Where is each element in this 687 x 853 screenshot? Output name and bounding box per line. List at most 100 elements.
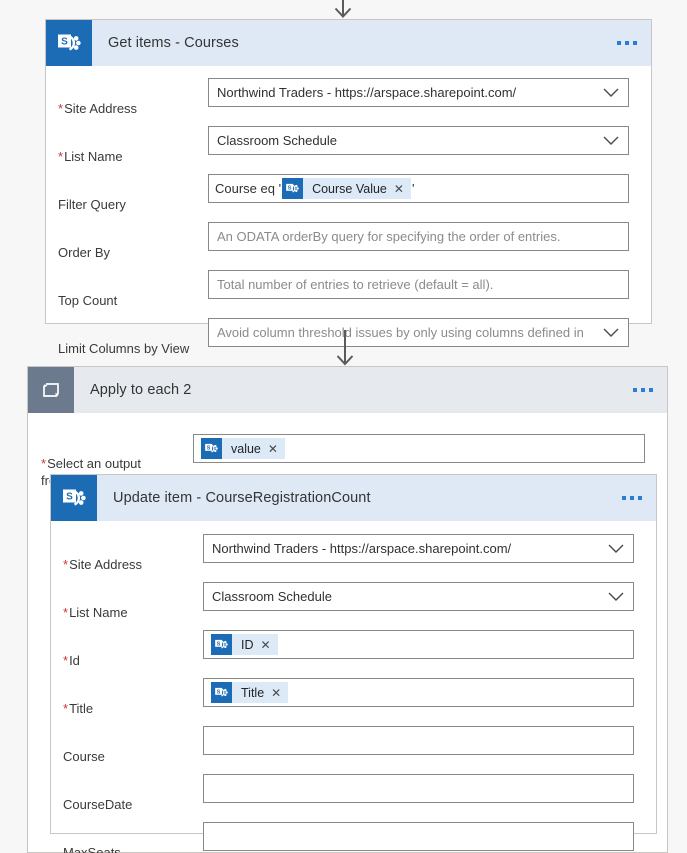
field-row-title: *Title S Title ✕: [63, 678, 634, 717]
field-label-order-by: Order By: [58, 245, 111, 260]
update-item-card-header[interactable]: S Update item - CourseRegistrationCount: [51, 475, 656, 521]
sharepoint-icon: S: [201, 438, 222, 459]
svg-text:S: S: [207, 445, 211, 451]
svg-text:S: S: [66, 492, 73, 503]
field-label-title: *Title: [63, 701, 94, 716]
top-count-input[interactable]: Total number of entries to retrieve (def…: [208, 270, 629, 299]
chevron-down-icon: [608, 592, 624, 602]
field-label-site-address: *Site Address: [58, 101, 138, 116]
flow-designer-canvas: S Get items - Courses *Site Address Nort…: [0, 0, 687, 853]
menu-dot: [622, 496, 626, 500]
filter-query-prefix: Course eq ': [215, 181, 282, 196]
max-seats-input[interactable]: [203, 822, 634, 851]
required-marker: *: [63, 605, 69, 620]
field-label-update-site-address: *Site Address: [63, 557, 143, 572]
update-item-card-title: Update item - CourseRegistrationCount: [113, 490, 371, 506]
field-label-max-seats: MaxSeats: [63, 845, 121, 853]
remove-token-icon[interactable]: ✕: [261, 639, 278, 651]
apply-to-each-card: Apply to each 2 *Select an output from p…: [27, 366, 668, 853]
menu-dot: [633, 41, 637, 45]
field-row-id: *Id S ID ✕: [63, 630, 634, 669]
dynamic-token-title[interactable]: S Title ✕: [211, 682, 289, 703]
update-list-name-value: Classroom Schedule: [212, 589, 332, 604]
update-item-card-body: *Site Address Northwind Traders - https:…: [51, 521, 656, 853]
menu-dot: [625, 41, 629, 45]
filter-query-suffix: ': [411, 181, 415, 196]
update-site-address-dropdown[interactable]: Northwind Traders - https://arspace.shar…: [203, 534, 634, 563]
menu-dot: [630, 496, 634, 500]
update-item-card: S Update item - CourseRegistrationCount: [50, 474, 657, 853]
update-item-card-menu-button[interactable]: [622, 496, 642, 500]
remove-token-icon[interactable]: ✕: [394, 183, 411, 195]
chevron-down-icon: [603, 328, 619, 338]
menu-dot: [617, 41, 621, 45]
list-name-dropdown[interactable]: Classroom Schedule: [208, 126, 629, 155]
sharepoint-icon: S: [211, 682, 232, 703]
sharepoint-icon: S: [211, 634, 232, 655]
sharepoint-icon: S: [46, 20, 92, 66]
field-row-list-name: *List Name Classroom Schedule: [58, 126, 629, 165]
between-steps-connector: [325, 330, 365, 370]
site-address-dropdown[interactable]: Northwind Traders - https://arspace.shar…: [208, 78, 629, 107]
field-row-top-count: Top Count Total number of entries to ret…: [58, 270, 629, 309]
chevron-down-icon: [603, 136, 619, 146]
limit-columns-by-view-dropdown[interactable]: Avoid column threshold issues by only us…: [208, 318, 629, 347]
field-label-update-list-name: *List Name: [63, 605, 128, 620]
token-label: Course Value: [312, 181, 387, 196]
svg-text:S: S: [61, 37, 68, 48]
field-label-limit-columns-by-view: Limit Columns by View: [58, 341, 190, 356]
chevron-down-icon: [608, 544, 624, 554]
apply-to-each-card-title: Apply to each 2: [90, 382, 192, 398]
dynamic-token-value[interactable]: S value ✕: [201, 438, 285, 459]
sharepoint-icon: S: [51, 475, 97, 521]
field-row-filter-query: Filter Query Course eq ' S Course Value …: [58, 174, 629, 213]
loop-icon: [28, 367, 74, 413]
menu-dot: [633, 388, 637, 392]
remove-token-icon[interactable]: ✕: [268, 443, 285, 455]
field-row-site-address: *Site Address Northwind Traders - https:…: [58, 78, 629, 117]
get-items-card: S Get items - Courses *Site Address Nort…: [45, 19, 652, 391]
field-label-course: Course: [63, 749, 105, 764]
limit-columns-by-view-placeholder: Avoid column threshold issues by only us…: [217, 325, 587, 340]
required-marker: *: [41, 456, 47, 471]
get-items-card-header[interactable]: S Get items - Courses: [46, 20, 651, 66]
apply-to-each-card-menu-button[interactable]: [633, 388, 653, 392]
order-by-placeholder: An ODATA orderBy query for specifying th…: [217, 229, 561, 244]
remove-token-icon[interactable]: ✕: [271, 687, 288, 699]
id-input[interactable]: S ID ✕: [203, 630, 634, 659]
course-input[interactable]: [203, 726, 634, 755]
get-items-card-title: Get items - Courses: [108, 35, 239, 51]
sharepoint-icon: S: [282, 178, 304, 199]
required-marker: *: [63, 557, 69, 572]
select-an-output-input[interactable]: S value ✕: [193, 434, 645, 463]
arrow-down-icon: [336, 330, 354, 366]
filter-query-input[interactable]: Course eq ' S Course Value ✕ ': [208, 174, 629, 203]
svg-text:S: S: [288, 185, 292, 191]
title-input[interactable]: S Title ✕: [203, 678, 634, 707]
token-label: ID: [241, 637, 254, 652]
menu-dot: [638, 496, 642, 500]
site-address-value: Northwind Traders - https://arspace.shar…: [217, 85, 517, 100]
field-row-course: Course: [63, 726, 634, 765]
dynamic-token-id[interactable]: S ID ✕: [211, 634, 278, 655]
svg-text:S: S: [217, 641, 221, 647]
field-row-max-seats: MaxSeats: [63, 822, 634, 853]
menu-dot: [641, 388, 645, 392]
dynamic-token-course-value[interactable]: S Course Value ✕: [282, 178, 411, 199]
apply-to-each-card-header[interactable]: Apply to each 2: [28, 367, 667, 413]
required-marker: *: [63, 653, 69, 668]
svg-text:S: S: [217, 689, 221, 695]
field-label-id: *Id: [63, 653, 80, 668]
required-marker: *: [58, 149, 64, 164]
token-label: Title: [241, 685, 265, 700]
course-date-input[interactable]: [203, 774, 634, 803]
field-label-filter-query: Filter Query: [58, 197, 126, 212]
field-row-update-site-address: *Site Address Northwind Traders - https:…: [63, 534, 634, 573]
menu-dot: [649, 388, 653, 392]
update-list-name-dropdown[interactable]: Classroom Schedule: [203, 582, 634, 611]
order-by-input[interactable]: An ODATA orderBy query for specifying th…: [208, 222, 629, 251]
required-marker: *: [58, 101, 64, 116]
field-label-course-date: CourseDate: [63, 797, 133, 812]
required-marker: *: [63, 701, 69, 716]
get-items-card-menu-button[interactable]: [617, 41, 637, 45]
